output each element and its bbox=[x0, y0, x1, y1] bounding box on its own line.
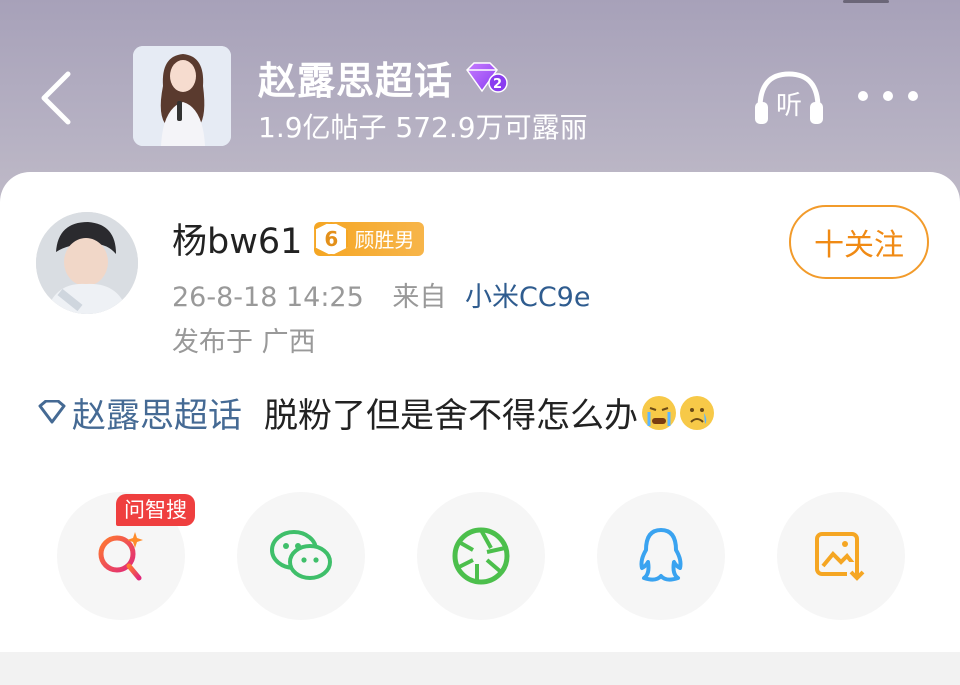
qq-share-button[interactable] bbox=[597, 492, 725, 620]
fan-level-badge[interactable]: 6 顾胜男 bbox=[314, 221, 425, 256]
headphones-icon: 听 bbox=[755, 71, 823, 124]
moments-aperture-icon bbox=[452, 527, 510, 585]
from-label: 来自 bbox=[392, 282, 447, 313]
svg-text:2: 2 bbox=[493, 77, 503, 92]
listen-button[interactable]: 听 bbox=[752, 68, 826, 128]
back-button[interactable] bbox=[30, 68, 80, 128]
topic-avatar[interactable] bbox=[133, 46, 231, 146]
wechat-icon bbox=[270, 530, 332, 580]
chevron-left-icon bbox=[41, 71, 71, 125]
post-content: 赵露思超话 脱粉了但是舍不得怎么办 bbox=[34, 388, 714, 437]
qq-penguin-icon bbox=[639, 528, 683, 582]
device-link[interactable]: 小米CC9e bbox=[465, 282, 591, 313]
svg-text:听: 听 bbox=[776, 91, 802, 121]
post-meta: 26-8-18 14:25 来自 小米CC9e bbox=[172, 275, 590, 314]
crying-face-icon bbox=[642, 395, 676, 430]
section-divider bbox=[0, 652, 960, 685]
post-author: 杨bw61 6 顾胜男 bbox=[172, 213, 425, 264]
moments-share-button[interactable] bbox=[417, 492, 545, 620]
save-image-icon bbox=[815, 532, 867, 582]
dot-icon bbox=[883, 91, 893, 101]
topic-title: 赵露思超话 2 bbox=[258, 50, 509, 105]
sad-face-icon bbox=[680, 395, 714, 430]
save-image-button[interactable] bbox=[777, 492, 905, 620]
post-timestamp: 26-8-18 14:25 bbox=[172, 282, 364, 313]
user-avatar[interactable] bbox=[36, 212, 138, 314]
ai-search-icon bbox=[98, 532, 143, 581]
username[interactable]: 杨bw61 bbox=[172, 213, 302, 264]
dot-icon bbox=[858, 91, 868, 101]
diamond-icon bbox=[38, 399, 66, 423]
ai-search-tag: 问智搜 bbox=[116, 494, 195, 526]
level-number: 6 bbox=[314, 221, 349, 256]
topic-avatar-image bbox=[133, 46, 231, 146]
status-indicator bbox=[843, 0, 889, 3]
gem-level-icon: 2 bbox=[463, 61, 509, 95]
wechat-share-button[interactable] bbox=[237, 492, 365, 620]
topic-link-text: 赵露思超话 bbox=[72, 396, 242, 436]
topic-stats: 1.9亿帖子 572.9万可露丽 bbox=[258, 111, 588, 144]
more-options-button[interactable] bbox=[858, 86, 918, 106]
follow-button[interactable]: 十关注 bbox=[789, 205, 929, 279]
user-avatar-image bbox=[36, 212, 138, 314]
dot-icon bbox=[908, 91, 918, 101]
topic-title-text: 赵露思超话 bbox=[258, 59, 454, 103]
badge-label: 顾胜男 bbox=[354, 228, 415, 252]
post-text: 脱粉了但是舍不得怎么办 bbox=[264, 396, 638, 436]
topic-link[interactable]: 赵露思超话 bbox=[34, 388, 242, 437]
post-location: 发布于 广西 bbox=[172, 327, 316, 358]
